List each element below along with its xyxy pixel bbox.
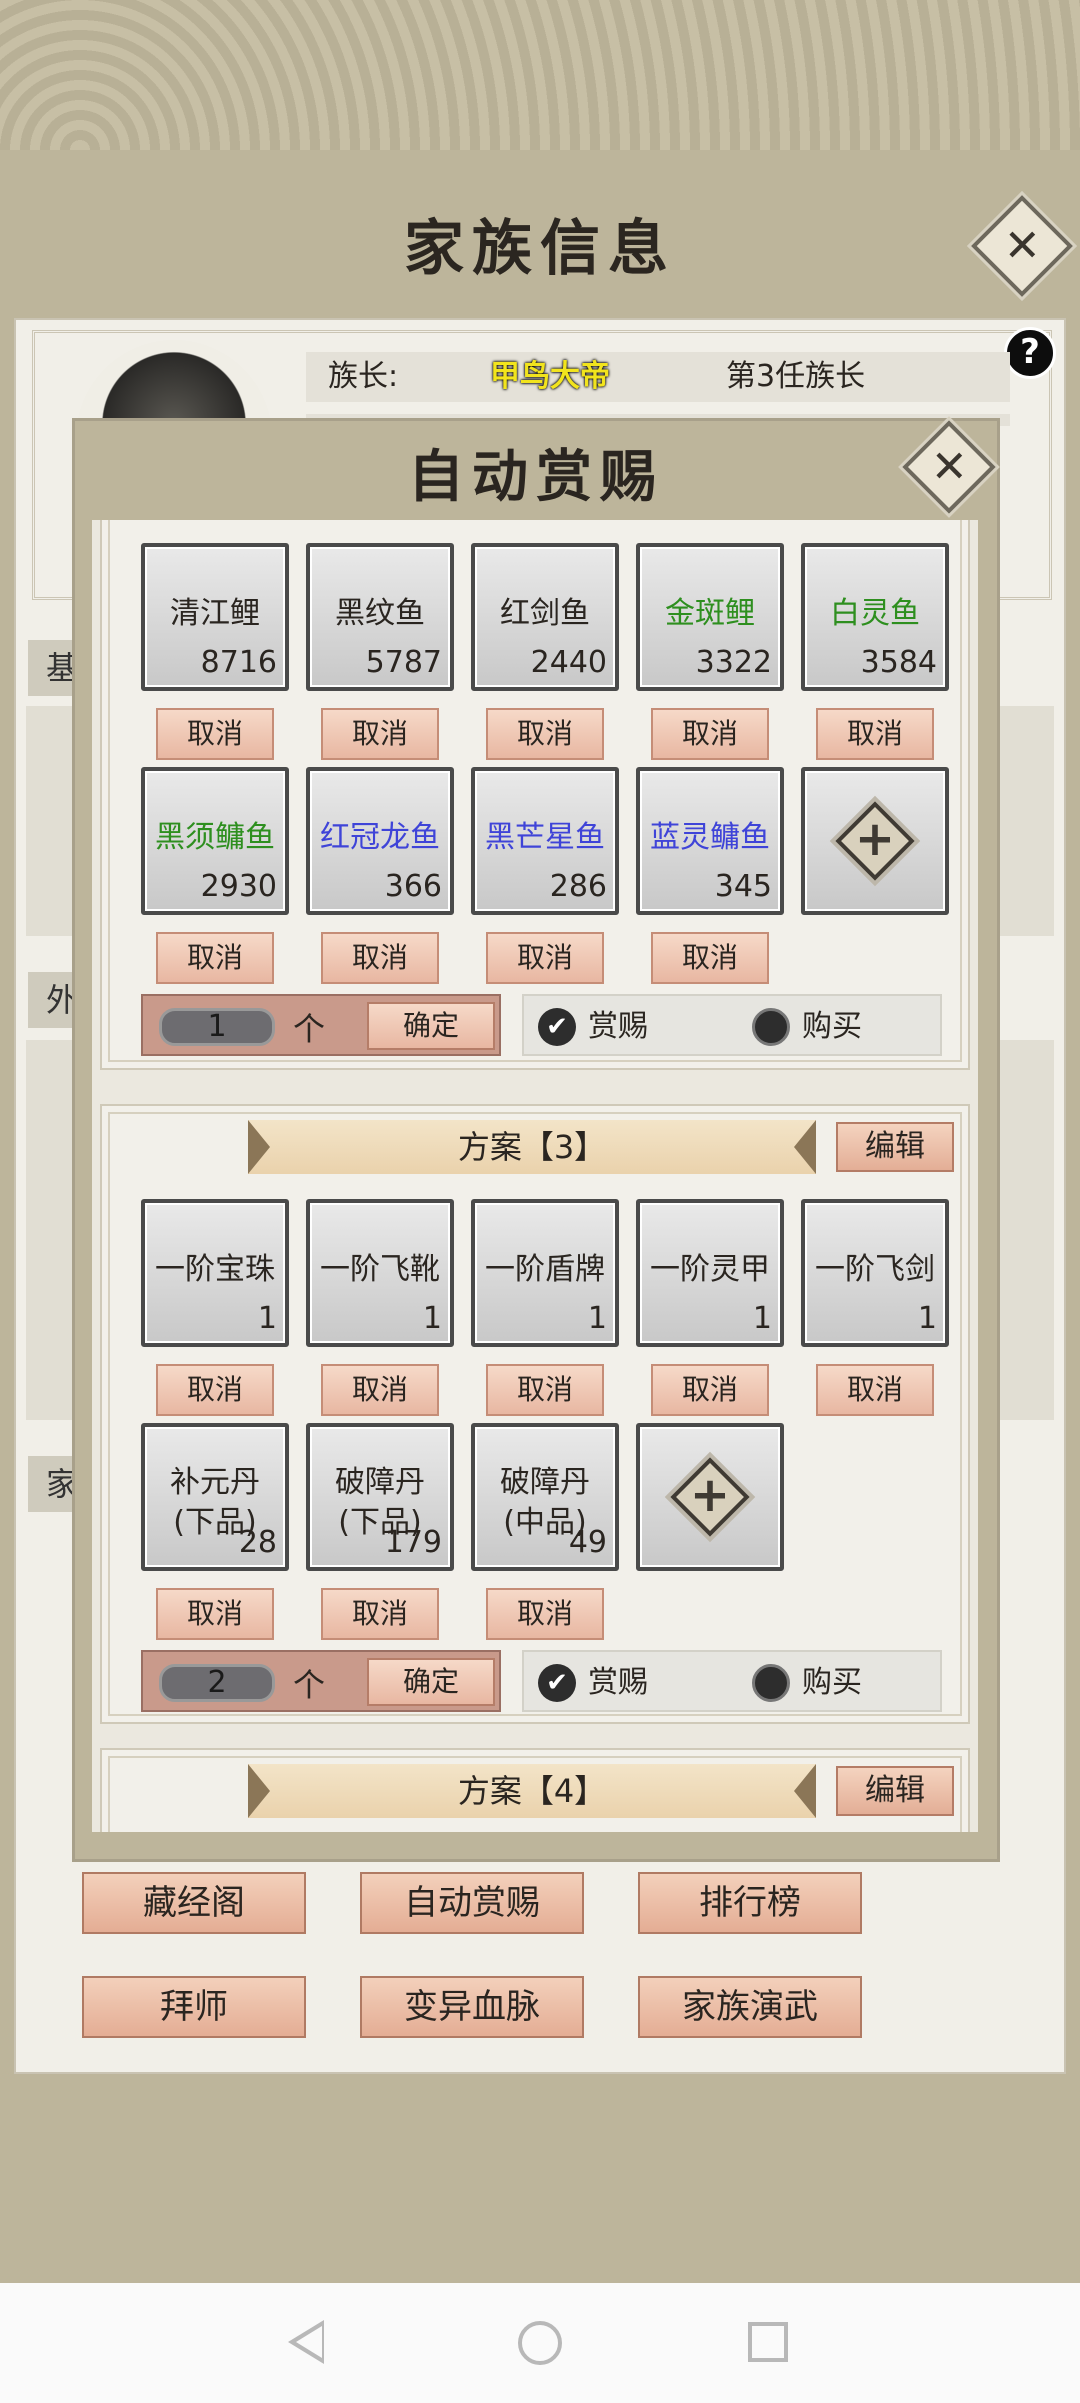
leaderboard-button[interactable]: 排行榜 xyxy=(638,1872,862,1934)
unit-label: 个 xyxy=(293,1666,326,1704)
quantity-input[interactable]: 1 xyxy=(159,1008,275,1046)
item-slot[interactable]: 一阶宝珠 1 xyxy=(141,1199,289,1347)
reward-radio-checked-icon[interactable]: ✔ xyxy=(538,1008,576,1046)
buy-radio-icon[interactable] xyxy=(752,1008,790,1046)
reward-option-label[interactable]: 赏赐 xyxy=(588,1008,648,1046)
page-title: 家族信息 xyxy=(404,214,676,284)
cancel-item-button[interactable]: 取消 xyxy=(156,932,274,984)
item-slot[interactable]: 红冠龙鱼 366 xyxy=(306,767,454,915)
edit-plan-button[interactable]: 编辑 xyxy=(836,1766,954,1816)
item-slot[interactable]: 白灵鱼 3584 xyxy=(801,543,949,691)
family-martial-button[interactable]: 家族演武 xyxy=(638,1976,862,2038)
dialog-title: 自动赏赐 xyxy=(408,444,664,510)
item-slot[interactable]: 破障丹 (中品) 49 xyxy=(471,1423,619,1571)
reward-option-label[interactable]: 赏赐 xyxy=(588,1664,648,1702)
item-slot[interactable]: 黑纹鱼 5787 xyxy=(306,543,454,691)
auto-reward-button[interactable]: 自动赏赐 xyxy=(360,1872,584,1934)
plan-title: 方案【4】 xyxy=(248,1764,816,1818)
mode-selector: ✔ 赏赐 购买 xyxy=(522,1650,942,1712)
apprentice-button[interactable]: 拜师 xyxy=(82,1976,306,2038)
scripture-pavilion-button[interactable]: 藏经阁 xyxy=(82,1872,306,1934)
cancel-item-button[interactable]: 取消 xyxy=(651,708,769,760)
plan-card: 方案【3】 编辑 一阶宝珠 1 一阶飞靴 1 一阶盾牌 1 一阶灵甲 1 一阶飞剑 1 取… xyxy=(100,1104,970,1724)
confirm-button[interactable]: 确定 xyxy=(367,1002,495,1050)
close-icon: ✕ xyxy=(1003,220,1041,271)
item-slot[interactable]: 一阶灵甲 1 xyxy=(636,1199,784,1347)
plus-icon xyxy=(670,1457,750,1537)
leader-rank: 第3任族长 xyxy=(726,359,866,394)
plus-icon xyxy=(835,801,915,881)
cancel-item-button[interactable]: 取消 xyxy=(486,708,604,760)
plan-card: 方案【4】 编辑 xyxy=(100,1748,970,1832)
top-wave-decoration xyxy=(0,0,1080,150)
cancel-item-button[interactable]: 取消 xyxy=(321,708,439,760)
item-slot[interactable]: 黑须鳙鱼 2930 xyxy=(141,767,289,915)
quantity-stepper: 2 个 确定 xyxy=(141,1650,501,1712)
item-slot[interactable]: 破障丹 (下品) 179 xyxy=(306,1423,454,1571)
reward-radio-checked-icon[interactable]: ✔ xyxy=(538,1664,576,1702)
item-slot[interactable]: 红剑鱼 2440 xyxy=(471,543,619,691)
leader-name: 甲鸟大帝 xyxy=(490,359,610,394)
cancel-item-button[interactable]: 取消 xyxy=(816,1364,934,1416)
cancel-item-button[interactable]: 取消 xyxy=(651,932,769,984)
cancel-item-button[interactable]: 取消 xyxy=(486,1364,604,1416)
item-slot[interactable]: 黑芒星鱼 286 xyxy=(471,767,619,915)
help-icon[interactable]: ? xyxy=(1004,327,1056,379)
recent-apps-icon[interactable] xyxy=(748,2322,788,2362)
cancel-item-button[interactable]: 取消 xyxy=(816,708,934,760)
edit-plan-button[interactable]: 编辑 xyxy=(836,1122,954,1172)
quantity-stepper: 1 个 确定 xyxy=(141,994,501,1056)
item-slot[interactable]: 一阶飞靴 1 xyxy=(306,1199,454,1347)
quantity-input[interactable]: 2 xyxy=(159,1664,275,1702)
item-slot[interactable]: 一阶飞剑 1 xyxy=(801,1199,949,1347)
cancel-item-button[interactable]: 取消 xyxy=(486,1588,604,1640)
item-slot[interactable]: 一阶盾牌 1 xyxy=(471,1199,619,1347)
cancel-item-button[interactable]: 取消 xyxy=(321,932,439,984)
cancel-item-button[interactable]: 取消 xyxy=(156,1588,274,1640)
plan-title: 方案【3】 xyxy=(248,1120,816,1174)
cancel-item-button[interactable]: 取消 xyxy=(321,1588,439,1640)
cancel-item-button[interactable]: 取消 xyxy=(486,932,604,984)
confirm-button[interactable]: 确定 xyxy=(367,1658,495,1706)
item-slot[interactable]: 清江鲤 8716 xyxy=(141,543,289,691)
unit-label: 个 xyxy=(293,1010,326,1048)
mutated-bloodline-button[interactable]: 变异血脉 xyxy=(360,1976,584,2038)
leader-label: 族长: xyxy=(328,359,399,394)
add-item-button[interactable] xyxy=(801,767,949,915)
cancel-item-button[interactable]: 取消 xyxy=(156,1364,274,1416)
cancel-item-button[interactable]: 取消 xyxy=(321,1364,439,1416)
buy-option-label[interactable]: 购买 xyxy=(802,1664,862,1702)
close-icon: ✕ xyxy=(930,441,968,492)
leader-row: 族长: 甲鸟大帝 第3任族长 xyxy=(306,352,1010,402)
item-slot[interactable]: 蓝灵鳙鱼 345 xyxy=(636,767,784,915)
item-slot[interactable]: 金斑鲤 3322 xyxy=(636,543,784,691)
plans-scroll-list[interactable]: 清江鲤 8716 黑纹鱼 5787 红剑鱼 2440 金斑鲤 3322 白灵鱼 3584 … xyxy=(92,520,978,1832)
plan-card: 清江鲤 8716 黑纹鱼 5787 红剑鱼 2440 金斑鲤 3322 白灵鱼 3584 … xyxy=(100,520,970,1070)
home-icon[interactable] xyxy=(518,2321,562,2365)
buy-option-label[interactable]: 购买 xyxy=(802,1008,862,1046)
cancel-item-button[interactable]: 取消 xyxy=(156,708,274,760)
cancel-item-button[interactable]: 取消 xyxy=(651,1364,769,1416)
item-slot[interactable]: 补元丹 (下品) 28 xyxy=(141,1423,289,1571)
add-item-button[interactable] xyxy=(636,1423,784,1571)
back-icon-inner xyxy=(296,2326,322,2358)
buy-radio-icon[interactable] xyxy=(752,1664,790,1702)
mode-selector: ✔ 赏赐 购买 xyxy=(522,994,942,1056)
